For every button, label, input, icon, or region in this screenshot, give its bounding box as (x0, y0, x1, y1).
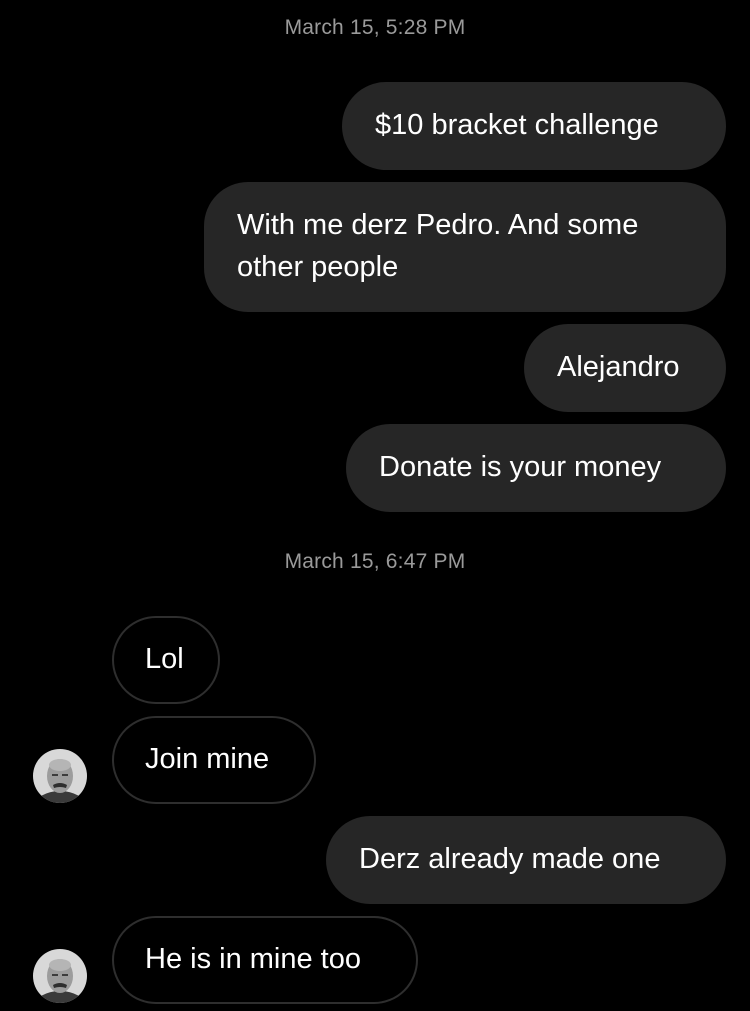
timestamp-divider: March 15, 5:28 PM (284, 16, 466, 39)
outgoing-message-bubble[interactable]: With me derz Pedro. And some other peopl… (204, 182, 726, 312)
outgoing-message-bubble[interactable]: $10 bracket challenge (342, 82, 726, 170)
incoming-message-bubble[interactable]: Lol (112, 616, 220, 704)
contact-avatar-icon (33, 949, 87, 1003)
timestamp-divider: March 15, 6:47 PM (284, 550, 466, 573)
outgoing-message-bubble[interactable]: Derz already made one (326, 816, 726, 904)
contact-avatar[interactable] (33, 749, 87, 803)
contact-avatar-icon (33, 749, 87, 803)
outgoing-message-bubble[interactable]: Alejandro (524, 324, 726, 412)
incoming-message-bubble[interactable]: Join mine (112, 716, 316, 804)
contact-avatar[interactable] (33, 949, 87, 1003)
outgoing-message-bubble[interactable]: Donate is your money (346, 424, 726, 512)
incoming-message-bubble[interactable]: He is in mine too (112, 916, 418, 1004)
